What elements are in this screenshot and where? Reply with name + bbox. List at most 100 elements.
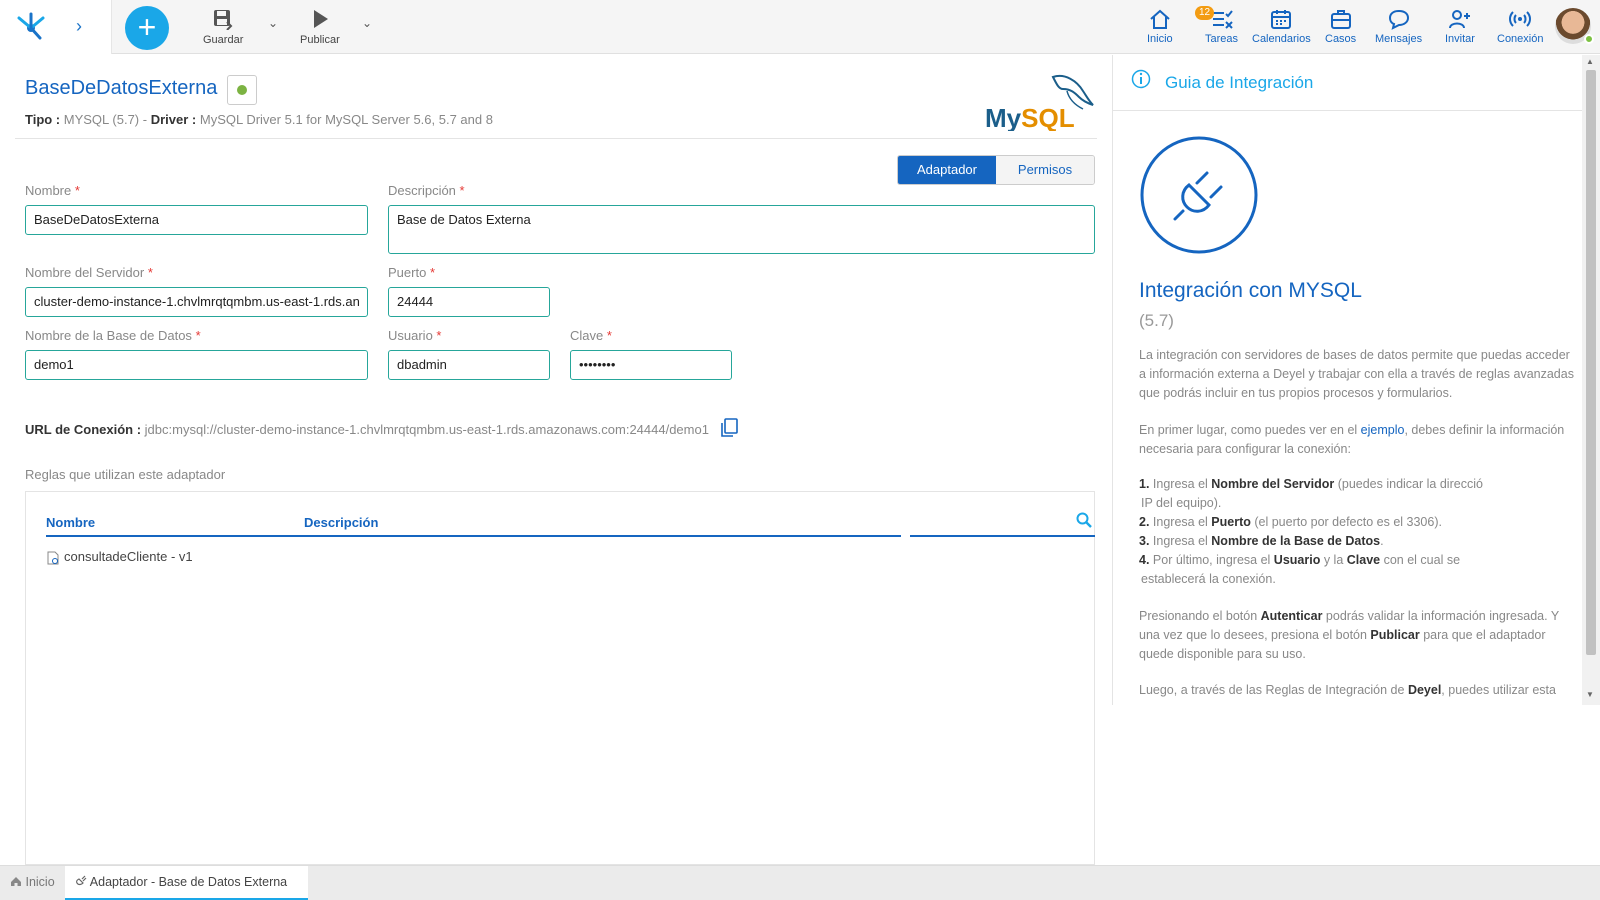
rules-table: Nombre Descripción consultadeCliente - v… — [25, 491, 1095, 865]
plug-icon — [1140, 136, 1258, 254]
step-text: y la — [1320, 553, 1347, 567]
add-button[interactable]: + — [125, 6, 169, 50]
nav-tasks[interactable]: 12 Tareas — [1195, 6, 1238, 45]
scroll-up-arrow-icon[interactable]: ▲ — [1586, 57, 1594, 66]
tipo-value: MYSQL (5.7) — [63, 112, 140, 127]
servidor-label: Nombre del Servidor * — [25, 265, 153, 280]
nav-cases[interactable]: Casos — [1325, 8, 1356, 45]
required-mark: * — [459, 183, 465, 198]
nav-home[interactable]: Inicio — [1147, 8, 1173, 45]
col-header-descripcion[interactable]: Descripción — [304, 515, 378, 530]
add-user-icon — [1448, 10, 1470, 29]
tab-adaptador[interactable]: Adaptador — [898, 156, 996, 184]
publish-button[interactable]: Publicar — [300, 8, 340, 46]
step-bold: Nombre del Servidor — [1211, 477, 1335, 491]
guide-p2-text: En primer lugar, como puedes ver en el — [1139, 423, 1361, 437]
step-bold: Usuario — [1273, 553, 1321, 567]
usuario-label-text: Usuario — [388, 328, 433, 343]
adapter-form-area: BaseDeDatosExterna Tipo : MYSQL (5.7) - … — [0, 55, 1112, 865]
adapter-type-line: Tipo : MYSQL (5.7) - Driver : MySQL Driv… — [25, 112, 493, 127]
bd-label: Nombre de la Base de Datos * — [25, 328, 201, 343]
rule-document-icon — [47, 551, 59, 565]
step-number: 2. — [1139, 515, 1150, 529]
guide-paragraph-1: La integración con servidores de bases d… — [1139, 348, 1574, 400]
required-mark: * — [195, 328, 201, 343]
tab-permisos[interactable]: Permisos — [996, 156, 1094, 184]
example-link[interactable]: ejemplo — [1361, 423, 1405, 437]
mysql-logo: MySQL — [985, 75, 1094, 131]
table-search-input[interactable] — [910, 535, 1095, 537]
step-number: 4. — [1139, 553, 1150, 567]
online-status-dot — [1584, 34, 1594, 44]
bottom-tab-adapter[interactable]: Adaptador - Base de Datos Externa ✖ — [65, 866, 308, 900]
nombre-label-text: Nombre — [25, 183, 72, 198]
col-header-nombre[interactable]: Nombre — [46, 515, 95, 530]
step-number: 3. — [1139, 534, 1150, 548]
guide-step-2: 2. Ingresa el Puerto (el puerto por defe… — [1139, 513, 1579, 532]
table-row[interactable]: consultadeCliente - v1 — [46, 549, 193, 565]
deyel-logo-icon[interactable] — [14, 10, 48, 40]
servidor-field[interactable]: cluster-demo-instance-1.chvlmrqtqmbm.us-… — [25, 287, 368, 317]
page-title: BaseDeDatosExterna — [25, 77, 218, 99]
bd-field[interactable]: demo1 — [25, 350, 368, 380]
descripcion-label: Descripción * — [388, 183, 465, 198]
home-small-icon — [11, 877, 21, 886]
guide-header-title: Guia de Integración — [1165, 73, 1314, 92]
nav-cases-label: Casos — [1325, 33, 1357, 45]
nav-calendars[interactable]: Calendarios — [1252, 8, 1311, 45]
puerto-label-text: Puerto — [388, 265, 427, 280]
descripcion-field[interactable]: Base de Datos Externa — [388, 205, 1095, 254]
mysql-logo-text: MySQL — [985, 103, 1075, 131]
guide-p4-bold: Deyel — [1407, 683, 1442, 697]
guide-step-3: 3. Ingresa el Nombre de la Base de Datos… — [1139, 532, 1579, 551]
publish-label: Publicar — [300, 34, 340, 46]
play-icon — [313, 10, 328, 28]
nav-calendars-label: Calendarios — [1252, 33, 1311, 45]
clave-label: Clave * — [570, 328, 612, 343]
url-value: jdbc:mysql://cluster-demo-instance-1.chv… — [144, 422, 709, 437]
guide-version: (5.7) — [1139, 311, 1174, 330]
step-bold: Nombre de la Base de Datos — [1211, 534, 1381, 548]
clave-field[interactable]: •••••••• — [570, 350, 732, 380]
adapter-small-icon — [76, 875, 87, 886]
save-button[interactable]: Guardar — [203, 8, 243, 46]
publish-options-chevron-icon[interactable]: ⌄ — [362, 16, 372, 30]
guide-p4-text: Luego, a través de las Reglas de Integra… — [1139, 683, 1408, 697]
nav-connection[interactable]: Conexión — [1497, 8, 1543, 45]
expand-menu-chevron-icon[interactable]: › — [76, 16, 82, 37]
nav-home-label: Inicio — [1147, 33, 1173, 45]
rules-section-title: Reglas que utilizan este adaptador — [25, 467, 226, 482]
usuario-field[interactable]: dbadmin — [388, 350, 550, 380]
nav-connection-label: Conexión — [1497, 33, 1544, 45]
bottom-tab-home-label: Inicio — [25, 875, 55, 889]
step-text: (el puerto por defecto es el 3306). — [1250, 515, 1442, 529]
nav-messages-label: Mensajes — [1375, 33, 1423, 45]
table-header-underline — [46, 535, 901, 537]
puerto-field[interactable]: 24444 — [388, 287, 550, 317]
copy-icon[interactable] — [720, 418, 738, 438]
type-separator: - — [139, 112, 151, 127]
nombre-field[interactable]: BaseDeDatosExterna — [25, 205, 368, 235]
step-text: Ingresa el — [1149, 515, 1212, 529]
bd-label-text: Nombre de la Base de Datos — [25, 328, 192, 343]
save-options-chevron-icon[interactable]: ⌄ — [268, 16, 278, 30]
guide-paragraph-2: En primer lugar, como puedes ver en el e… — [1139, 421, 1579, 459]
guide-scrollbar-thumb[interactable] — [1586, 70, 1596, 655]
scroll-down-arrow-icon[interactable]: ▼ — [1586, 690, 1594, 699]
search-icon[interactable] — [1076, 512, 1092, 528]
step-text: (puedes indicar la direcció — [1334, 477, 1483, 491]
tasks-badge: 12 — [1195, 6, 1215, 20]
driver-label: Driver : — [150, 112, 197, 127]
status-indicator-button[interactable] — [227, 75, 257, 105]
bottom-tab-home[interactable]: Inicio — [10, 866, 55, 900]
guide-step-4: 4. Por último, ingresa el Usuario y la C… — [1139, 551, 1579, 570]
step-bold: Puerto — [1211, 515, 1251, 529]
guide-step-4-continued: establecerá la conexión. — [1141, 572, 1276, 586]
connection-url: URL de Conexión : jdbc:mysql://cluster-d… — [25, 422, 709, 437]
home-icon — [1150, 9, 1170, 29]
clave-label-text: Clave — [570, 328, 604, 343]
status-dot-icon — [237, 85, 247, 95]
nav-invite[interactable]: Invitar — [1445, 8, 1475, 45]
required-mark: * — [606, 328, 612, 343]
nav-messages[interactable]: Mensajes — [1375, 8, 1422, 45]
